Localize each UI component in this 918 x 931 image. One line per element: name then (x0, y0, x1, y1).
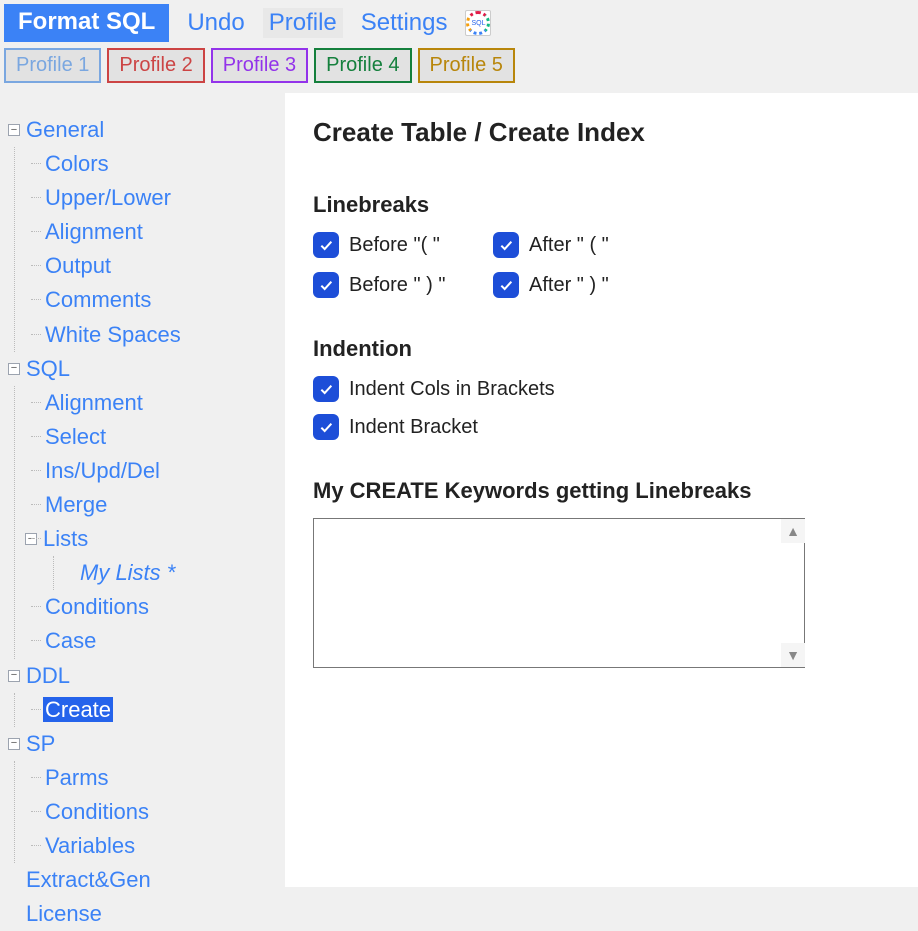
tree-node-whitespaces[interactable]: White Spaces (43, 322, 183, 347)
settings-link[interactable]: Settings (355, 8, 454, 38)
tree-node-parms[interactable]: Parms (43, 765, 111, 790)
tree-node-mylists[interactable]: My Lists * (78, 560, 177, 585)
checkbox-before-open-paren[interactable] (313, 232, 339, 258)
label-after-open-paren: After " ( " (529, 234, 609, 257)
menubar: Format SQL Undo Profile Settings SQL (0, 0, 918, 48)
checkbox-indent-bracket[interactable] (313, 414, 339, 440)
tree-node-ddl[interactable]: DDL (24, 659, 72, 693)
profile-tab-5[interactable]: Profile 5 (418, 48, 515, 83)
tree-node-upperlower[interactable]: Upper/Lower (43, 185, 173, 210)
profile-tabs: Profile 1 Profile 2 Profile 3 Profile 4 … (0, 48, 918, 93)
tree-node-insupddel[interactable]: Ins/Upd/Del (43, 458, 162, 483)
checkbox-after-close-paren[interactable] (493, 272, 519, 298)
undo-link[interactable]: Undo (181, 8, 250, 38)
tree-toggle-sp[interactable]: − (8, 738, 20, 750)
tree-toggle-ddl[interactable]: − (8, 670, 20, 682)
tree-node-sp[interactable]: SP (24, 727, 57, 761)
tree-node-output[interactable]: Output (43, 253, 113, 278)
label-indent-cols: Indent Cols in Brackets (349, 378, 555, 401)
tree-node-general[interactable]: General (24, 113, 106, 147)
tree-toggle-general[interactable]: − (8, 124, 20, 136)
checkbox-indent-cols[interactable] (313, 376, 339, 402)
profile-tab-1[interactable]: Profile 1 (4, 48, 101, 83)
tree-node-license[interactable]: License (24, 901, 104, 926)
label-indent-bracket: Indent Bracket (349, 416, 478, 439)
section-keywords: My CREATE Keywords getting Linebreaks (313, 478, 890, 504)
sql-logo-icon[interactable]: SQL (465, 10, 491, 36)
tree-node-sql[interactable]: SQL (24, 352, 72, 386)
tree-node-conditions[interactable]: Conditions (43, 594, 151, 619)
tree-node-sql-alignment[interactable]: Alignment (43, 390, 145, 415)
scroll-down-icon[interactable]: ▼ (781, 643, 805, 667)
format-sql-button[interactable]: Format SQL (4, 4, 169, 42)
page-title: Create Table / Create Index (313, 117, 890, 148)
tree-toggle-sql[interactable]: − (8, 363, 20, 375)
profile-tab-4[interactable]: Profile 4 (314, 48, 411, 83)
tree-node-comments[interactable]: Comments (43, 287, 153, 312)
section-linebreaks: Linebreaks (313, 192, 890, 218)
checkbox-after-open-paren[interactable] (493, 232, 519, 258)
label-before-open-paren: Before "( " (349, 234, 440, 257)
scroll-up-icon[interactable]: ▲ (781, 519, 805, 543)
profile-link[interactable]: Profile (263, 8, 343, 38)
tree-node-create[interactable]: Create (43, 697, 113, 722)
tree-node-alignment[interactable]: Alignment (43, 219, 145, 244)
keywords-textarea[interactable] (313, 518, 805, 668)
tree-node-select[interactable]: Select (43, 424, 108, 449)
checkbox-before-close-paren[interactable] (313, 272, 339, 298)
content-panel: Create Table / Create Index Linebreaks B… (285, 93, 918, 887)
tree-node-variables[interactable]: Variables (43, 833, 137, 858)
sidebar-tree: − General Colors Upper/Lower Alignment O… (0, 93, 285, 887)
label-after-close-paren: After " ) " (529, 274, 609, 297)
tree-node-case[interactable]: Case (43, 628, 98, 653)
tree-node-colors[interactable]: Colors (43, 151, 111, 176)
tree-node-merge[interactable]: Merge (43, 492, 109, 517)
section-indention: Indention (313, 336, 890, 362)
tree-node-sp-conditions[interactable]: Conditions (43, 799, 151, 824)
tree-node-extractgen[interactable]: Extract&Gen (24, 867, 153, 892)
tree-node-lists[interactable]: Lists (41, 522, 90, 556)
tree-toggle-lists[interactable]: − (25, 533, 37, 545)
profile-tab-2[interactable]: Profile 2 (107, 48, 204, 83)
profile-tab-3[interactable]: Profile 3 (211, 48, 308, 83)
label-before-close-paren: Before " ) " (349, 274, 445, 297)
